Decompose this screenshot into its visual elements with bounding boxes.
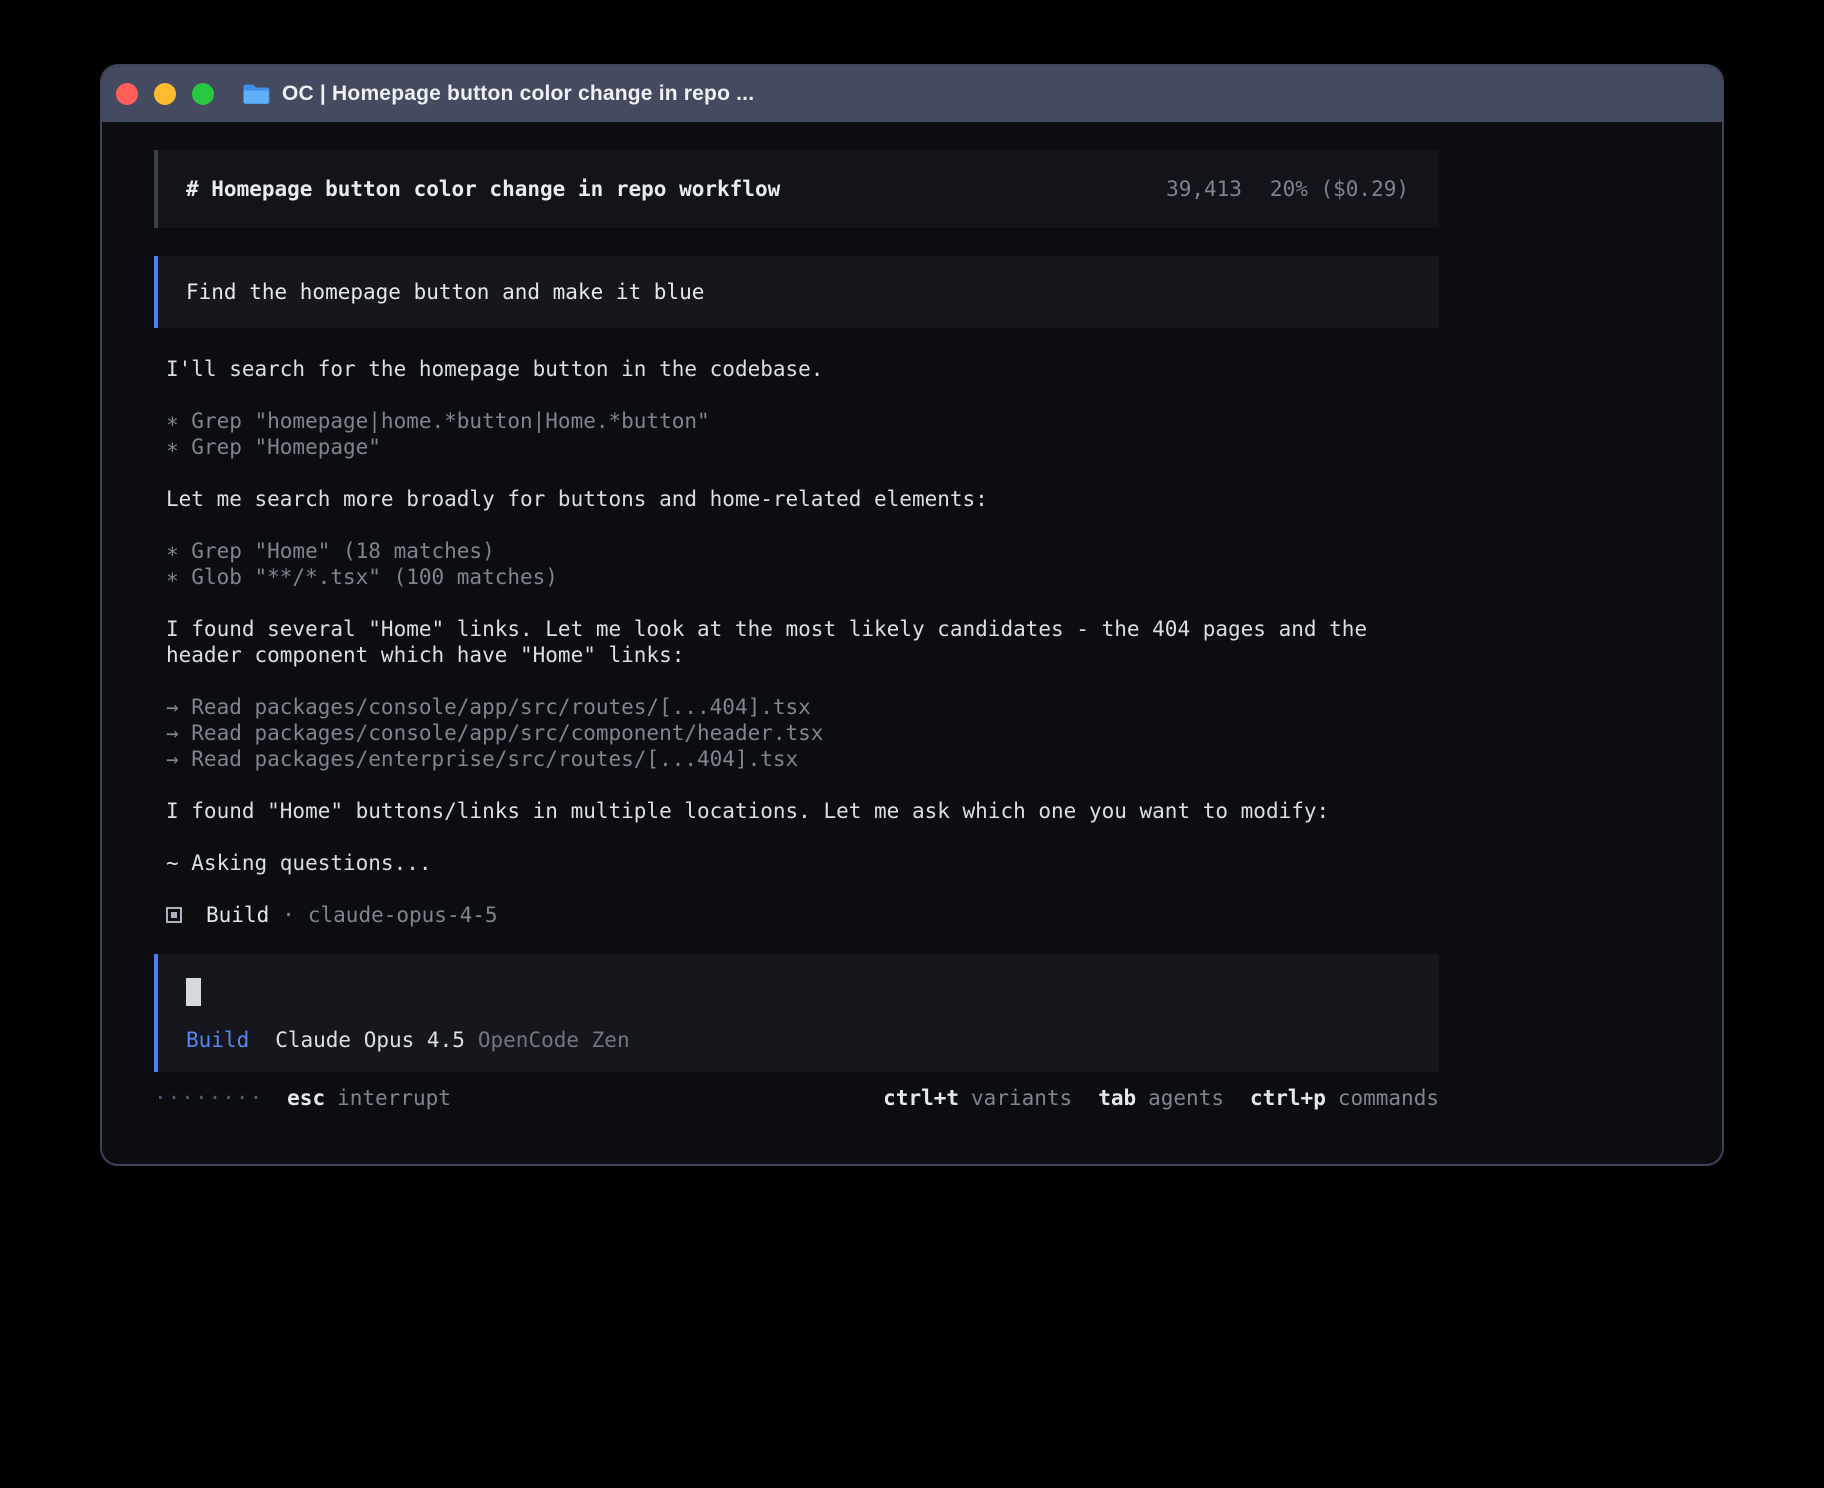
session-title: # Homepage button color change in repo w… — [186, 177, 780, 201]
shortcut-label: agents — [1148, 1086, 1224, 1110]
shortcut-agents: tab agents — [1098, 1086, 1224, 1110]
esc-key-hint: esc — [287, 1086, 325, 1110]
zoom-button[interactable] — [192, 83, 214, 105]
prompt-input[interactable]: Build Claude Opus 4.5 OpenCode Zen — [154, 954, 1439, 1072]
user-message: Find the homepage button and make it blu… — [154, 256, 1439, 328]
agent-status-line: Build · claude-opus-4-5 — [166, 902, 1439, 928]
agent-name: Build — [206, 902, 269, 928]
assistant-message: I'll search for the homepage button in t… — [166, 356, 1439, 382]
shortcut-key: tab — [1098, 1086, 1136, 1110]
transcript: I'll search for the homepage button in t… — [154, 356, 1439, 928]
session-stats: 39,413 20% ($0.29) — [1166, 177, 1409, 201]
input-provider-label: OpenCode Zen — [478, 1028, 630, 1052]
agent-icon-inner — [171, 912, 177, 918]
tool-call-read: → Read packages/console/app/src/routes/[… — [166, 694, 1439, 720]
agent-icon — [166, 907, 182, 923]
content-column: # Homepage button color change in repo w… — [154, 150, 1439, 1110]
assistant-message: I found "Home" buttons/links in multiple… — [166, 798, 1439, 824]
shortcut-commands: ctrl+p commands — [1250, 1086, 1439, 1110]
shortcut-key: ctrl+t — [883, 1086, 959, 1110]
status-bar-left: ········ esc interrupt — [154, 1086, 451, 1110]
assistant-message: I found several "Home" links. Let me loo… — [166, 616, 1439, 668]
user-message-text: Find the homepage button and make it blu… — [186, 280, 704, 304]
shortcut-label: variants — [971, 1086, 1072, 1110]
close-button[interactable] — [116, 83, 138, 105]
tool-call-grep: ∗ Grep "Home" (18 matches) — [166, 538, 1439, 564]
traffic-lights — [116, 83, 214, 105]
terminal-window: OC | Homepage button color change in rep… — [100, 64, 1724, 1166]
minimize-button[interactable] — [154, 83, 176, 105]
shortcut-label: commands — [1338, 1086, 1439, 1110]
session-header: # Homepage button color change in repo w… — [154, 150, 1439, 228]
title-group: OC | Homepage button color change in rep… — [242, 82, 754, 106]
spinner-dots: ········ — [154, 1086, 263, 1110]
text-cursor — [186, 978, 201, 1006]
folder-icon — [242, 83, 270, 105]
esc-action-label: interrupt — [337, 1086, 451, 1110]
context-usage: 20% ($0.29) — [1270, 177, 1409, 201]
tool-call-read: → Read packages/enterprise/src/routes/[.… — [166, 746, 1439, 772]
input-agent-label[interactable]: Build — [186, 1028, 249, 1052]
separator-dot: · — [282, 902, 295, 928]
tool-call-read: → Read packages/console/app/src/componen… — [166, 720, 1439, 746]
shortcut-key: ctrl+p — [1250, 1086, 1326, 1110]
window-title: OC | Homepage button color change in rep… — [282, 82, 754, 106]
input-meta-row: Build Claude Opus 4.5 OpenCode Zen — [186, 1028, 1411, 1052]
tool-call-grep: ∗ Grep "homepage|home.*button|Home.*butt… — [166, 408, 1439, 434]
tool-call-grep: ∗ Grep "Homepage" — [166, 434, 1439, 460]
tool-call-glob: ∗ Glob "**/*.tsx" (100 matches) — [166, 564, 1439, 590]
window-titlebar[interactable]: OC | Homepage button color change in rep… — [102, 66, 1722, 122]
token-count: 39,413 — [1166, 177, 1242, 201]
input-model-label[interactable]: Claude Opus 4.5 — [275, 1028, 465, 1052]
status-bar: ········ esc interrupt ctrl+t variants t… — [154, 1086, 1439, 1110]
agent-model: claude-opus-4-5 — [308, 902, 498, 928]
terminal-content: # Homepage button color change in repo w… — [102, 122, 1722, 1110]
assistant-message: Let me search more broadly for buttons a… — [166, 486, 1439, 512]
shortcut-variants: ctrl+t variants — [883, 1086, 1072, 1110]
status-bar-right: ctrl+t variants tab agents ctrl+p comman… — [883, 1086, 1439, 1110]
status-message: ~ Asking questions... — [166, 850, 1439, 876]
